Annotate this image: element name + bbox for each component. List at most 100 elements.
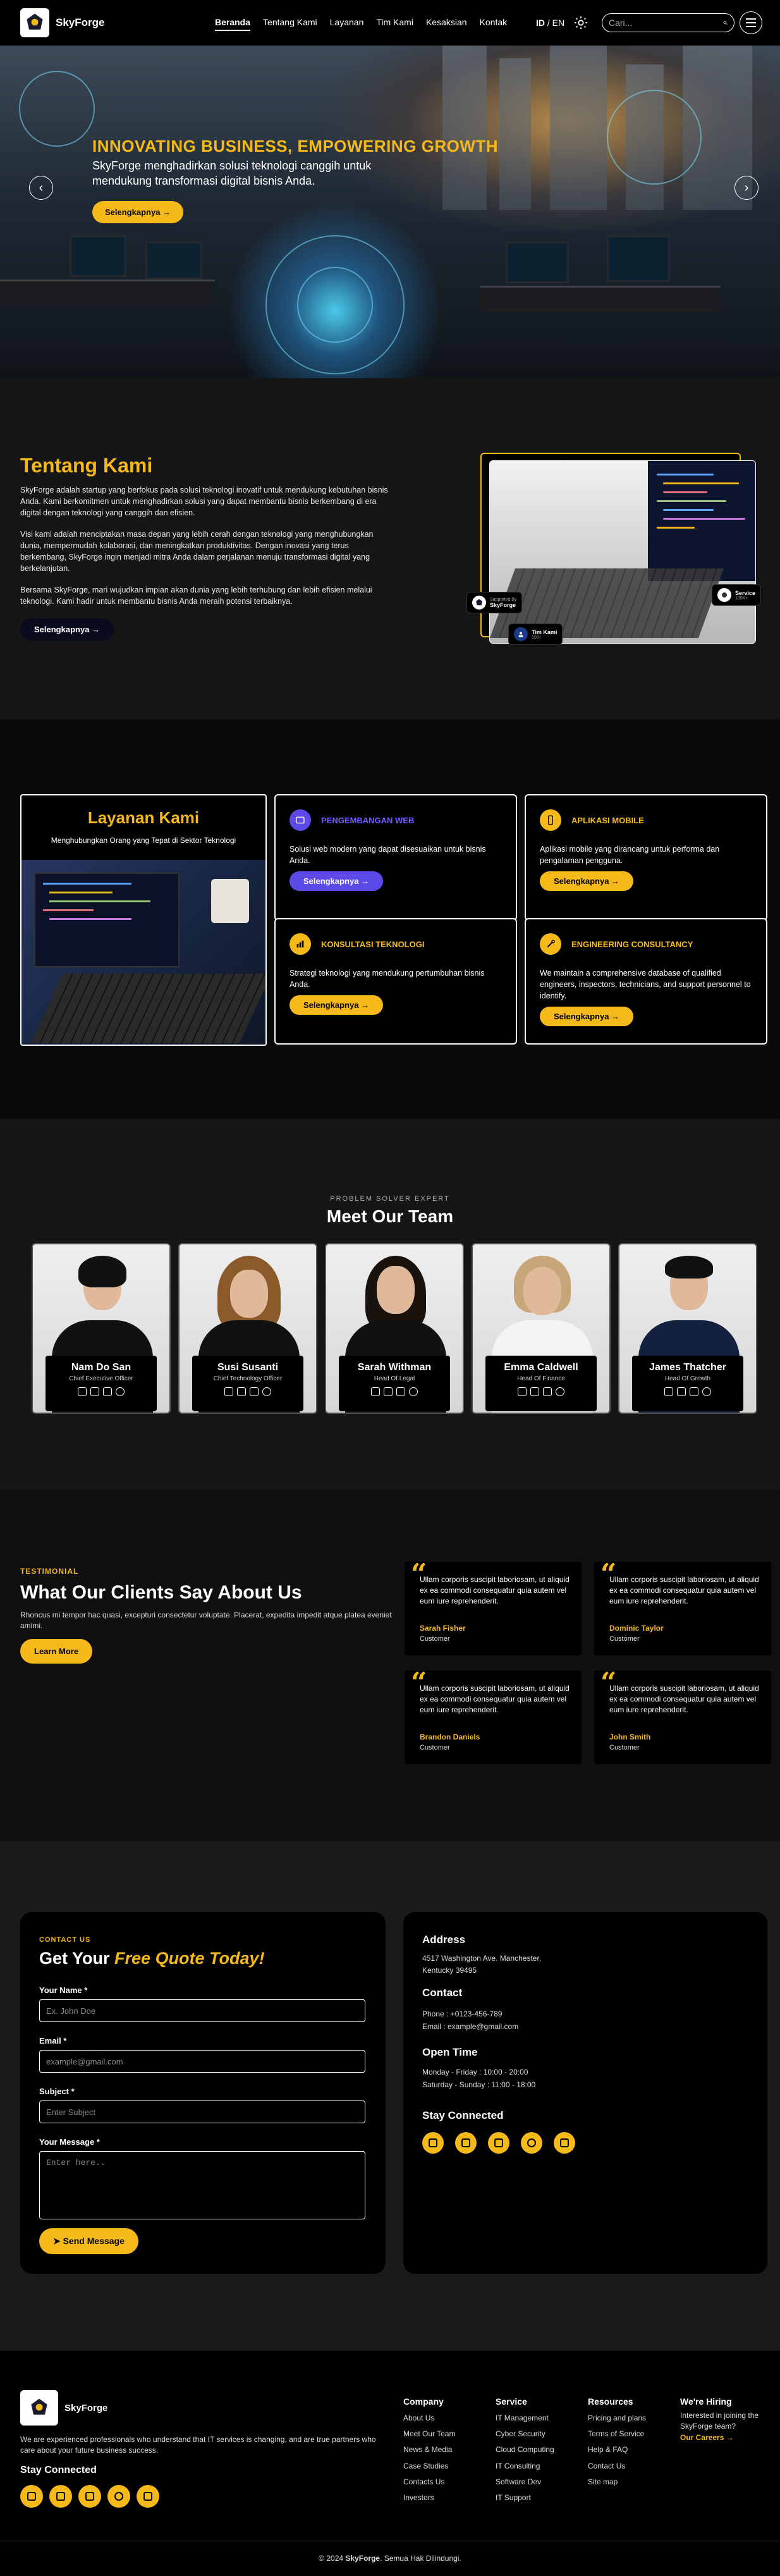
facebook-icon[interactable] [116,1387,125,1396]
linkedin-icon[interactable] [384,1387,393,1396]
team-member-card[interactable]: Susi Susanti Chief Technology Officer [178,1243,317,1414]
nav-kontak[interactable]: Kontak [480,15,508,31]
facebook-icon[interactable] [409,1387,418,1396]
footer-link[interactable]: Contacts Us [403,2474,455,2490]
instagram-icon[interactable] [518,1387,527,1396]
footer-link[interactable]: IT Consulting [496,2458,554,2474]
mug-decoration [211,879,249,923]
hero-cta-button[interactable]: Selengkapnya → [92,201,184,223]
hero-prev-button[interactable]: ‹ [29,176,53,200]
testimonial-text: Ullam corporis suscipit laboriosam, ut a… [420,1575,570,1605]
service-web-button[interactable]: Selengkapnya → [289,871,384,891]
footer-link[interactable]: IT Management [496,2410,554,2426]
sun-icon[interactable] [574,16,588,30]
send-message-button[interactable]: ➤ Send Message [39,2228,138,2254]
instagram-icon[interactable] [371,1387,380,1396]
subject-field[interactable] [39,2101,365,2123]
footer-brand[interactable]: SkyForge [20,2390,107,2426]
team-member-card[interactable]: Emma Caldwell Head Of Finance [472,1243,611,1414]
code-line [43,909,94,911]
member-info: Susi Susanti Chief Technology Officer [192,1356,303,1411]
service-engineering-button[interactable]: Selengkapnya → [540,1007,634,1026]
address-text: 4517 Washington Ave. Manchester, Kentuck… [422,1954,542,1975]
footer-link[interactable]: Cyber Security [496,2426,554,2442]
careers-link[interactable]: Our Careers → [680,2432,772,2444]
footer-link[interactable]: Contact Us [588,2458,646,2474]
nav-kesaksian[interactable]: Kesaksian [426,15,467,31]
lang-id[interactable]: ID [536,18,545,28]
footer-stay-connected: Stay Connected [20,2465,97,2475]
team-member-card[interactable]: Sarah Withman Head Of Legal [325,1243,464,1414]
footer-link[interactable]: IT Support [496,2490,554,2506]
hero-title: INNOVATING BUSINESS, EMPOWERING GROWTH [92,137,499,156]
linkedin-button[interactable] [78,2485,101,2508]
footer-link[interactable]: Terms of Service [588,2426,646,2442]
nav-tim-kami[interactable]: Tim Kami [376,15,413,31]
footer-link[interactable]: Software Dev [496,2474,554,2490]
service-card-consulting: KONSULTASI TEKNOLOGI Strategi teknologi … [274,918,517,1045]
twitter-icon[interactable] [250,1387,259,1396]
linkedin-icon[interactable] [677,1387,686,1396]
footer-link[interactable]: Investors [403,2490,455,2506]
team-member-card[interactable]: Nam Do San Chief Executive Officer [32,1243,171,1414]
service-card-engineering: ENGINEERING CONSULTANCY We maintain a co… [525,918,767,1045]
instagram-button[interactable] [422,2132,444,2154]
facebook-icon[interactable] [262,1387,271,1396]
linkedin-icon[interactable] [237,1387,246,1396]
footer-link[interactable]: Cloud Computing [496,2442,554,2458]
learn-more-button[interactable]: Learn More [20,1639,93,1664]
lang-en[interactable]: EN [552,18,564,28]
logo-icon [20,8,49,37]
linkedin-icon[interactable] [90,1387,99,1396]
twitter-icon[interactable] [396,1387,405,1396]
nav-beranda[interactable]: Beranda [215,15,251,31]
email-field[interactable] [39,2050,365,2073]
instagram-button[interactable] [20,2485,43,2508]
twitter-button[interactable] [455,2132,477,2154]
youtube-button[interactable] [137,2485,159,2508]
linkedin-button[interactable] [488,2132,509,2154]
nav-tentang-kami[interactable]: Tentang Kami [263,15,317,31]
twitter-icon[interactable] [543,1387,552,1396]
twitter-icon[interactable] [690,1387,698,1396]
instagram-icon[interactable] [78,1387,87,1396]
service-consulting-button[interactable]: Selengkapnya → [289,995,384,1015]
linkedin-icon[interactable] [530,1387,539,1396]
nav-layanan[interactable]: Layanan [330,15,364,31]
footer-link[interactable]: Site map [588,2474,646,2490]
footer-link[interactable]: News & Media [403,2442,455,2458]
menu-button[interactable] [740,11,762,34]
search-icon[interactable] [723,18,728,27]
footer-link[interactable]: Pricing and plans [588,2410,646,2426]
facebook-icon[interactable] [556,1387,564,1396]
instagram-icon[interactable] [664,1387,673,1396]
testimonial-role: Customer [420,1635,450,1643]
pinterest-button[interactable] [521,2132,542,2154]
twitter-icon[interactable] [103,1387,112,1396]
team-eyebrow: PROBLEM SOLVER EXPERT [330,1195,450,1203]
search-input[interactable] [609,18,723,28]
service-mobile-button[interactable]: Selengkapnya → [540,871,634,891]
message-field[interactable] [39,2151,365,2219]
about-more-button[interactable]: Selengkapnya → [20,618,114,641]
footer-link[interactable]: Case Studies [403,2458,455,2474]
name-field[interactable] [39,1999,365,2022]
brand-logo[interactable]: SkyForge [20,8,104,37]
language-switch[interactable]: ID / EN [536,18,564,28]
pinterest-button[interactable] [107,2485,130,2508]
footer-hiring-heading: We're Hiring [680,2396,732,2407]
youtube-button[interactable] [554,2132,575,2154]
footer-description: We are experienced professionals who und… [20,2435,376,2455]
service-title: APLIKASI MOBILE [571,816,644,825]
footer-link[interactable]: Meet Our Team [403,2426,455,2442]
instagram-icon[interactable] [224,1387,233,1396]
team-member-card[interactable]: James Thatcher Head Of Growth [618,1243,757,1414]
twitter-button[interactable] [49,2485,72,2508]
wrench-icon [540,933,561,955]
member-role: Head Of Finance [517,1375,565,1382]
hero-next-button[interactable]: › [734,176,759,200]
footer-link[interactable]: Help & FAQ [588,2442,646,2458]
footer-link[interactable]: About Us [403,2410,455,2426]
facebook-icon[interactable] [702,1387,711,1396]
supported-by-badge: Supported By SkyForge [466,592,523,613]
